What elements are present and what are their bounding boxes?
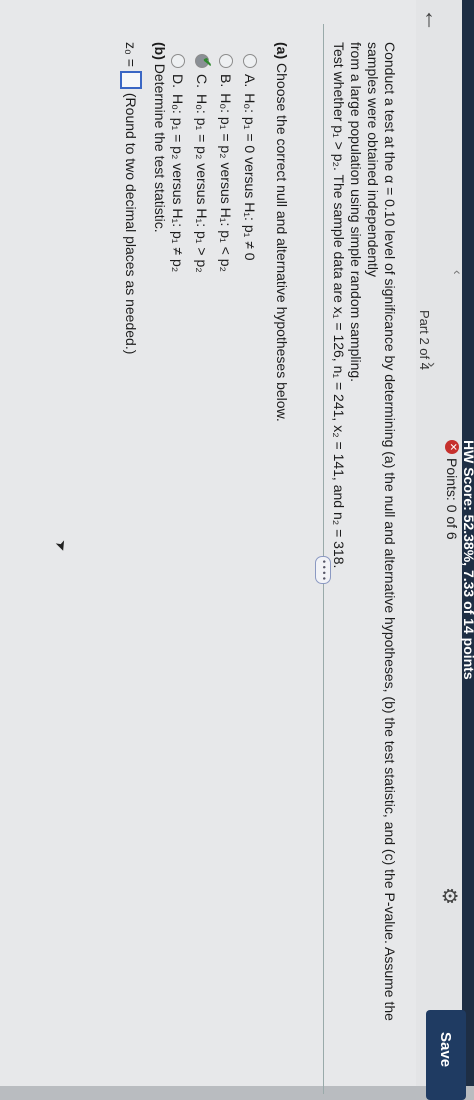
part-b-label: (b) bbox=[152, 42, 168, 60]
option-b-letter: B. bbox=[218, 74, 234, 88]
hw-score: HW Score: 52.38%, 7.33 of 14 points bbox=[461, 440, 474, 680]
option-a-text: H₀: p₁ = 0 versus H₁: p₁ ≠ 0 bbox=[242, 93, 258, 261]
answer-input[interactable] bbox=[120, 70, 142, 89]
part-b-text: Determine the test statistic. bbox=[152, 59, 168, 233]
next-part-button[interactable]: › bbox=[422, 362, 440, 367]
rounding-hint: (Round to two decimal places as needed.) bbox=[123, 92, 139, 355]
radio-option-b[interactable] bbox=[219, 54, 233, 68]
question-line-3: Test whether p₁ > p₂. The sample data ar… bbox=[331, 42, 347, 569]
part-a-prompt: (a) Choose the correct null and alternat… bbox=[274, 42, 290, 422]
radio-option-c[interactable]: ✔ bbox=[195, 54, 214, 68]
checkmark-icon: ✔ bbox=[200, 57, 214, 68]
radio-option-a[interactable] bbox=[243, 54, 257, 68]
points-text: Points: 0 of 6 bbox=[444, 458, 460, 540]
z-label: z₀ = bbox=[123, 42, 139, 67]
question-line-2: from a large population using simple ran… bbox=[348, 42, 364, 383]
radio-option-d[interactable] bbox=[171, 54, 185, 68]
x-circle-icon: ✕ bbox=[445, 440, 459, 454]
part-a-label: (a) bbox=[274, 42, 290, 60]
option-b-text: H₀: p₁ = p₂ versus H₁: p₁ < p₂ bbox=[218, 93, 234, 272]
gear-icon[interactable]: ⚙ bbox=[438, 885, 460, 907]
save-button[interactable]: Save bbox=[426, 1010, 466, 1100]
question-text: Conduct a test at the α = 0.10 level of … bbox=[330, 42, 398, 1072]
part-a-text: Choose the correct null and alternative … bbox=[274, 59, 290, 422]
stage: HW Score: 52.38%, 7.33 of 14 points ✕ Po… bbox=[0, 0, 474, 1100]
prev-part-button[interactable]: ‹ bbox=[450, 270, 466, 275]
mouse-cursor-icon: ➤ bbox=[52, 537, 72, 554]
option-c-text: H₀: p₁ = p₂ versus H₁: p₁ > p₂ bbox=[194, 94, 210, 273]
part-indicator: Part 2 of 4 bbox=[417, 310, 432, 370]
points-indicator: ✕ Points: 0 of 6 bbox=[444, 440, 460, 540]
option-d-text: H₀: p₁ = p₂ versus H₁: p₁ ≠ p₂ bbox=[170, 94, 186, 273]
option-d[interactable]: D. H₀: p₁ = p₂ versus H₁: p₁ ≠ p₂ bbox=[170, 54, 186, 272]
score-bar: HW Score: 52.38%, 7.33 of 14 points bbox=[461, 0, 474, 1086]
option-d-letter: D. bbox=[170, 74, 186, 88]
question-line-1: Conduct a test at the α = 0.10 level of … bbox=[365, 42, 398, 1021]
option-c-letter: C. bbox=[194, 74, 210, 88]
option-b[interactable]: B. H₀: p₁ = p₂ versus H₁: p₁ < p₂ bbox=[218, 54, 234, 272]
test-statistic-row: z₀ = (Round to two decimal places as nee… bbox=[120, 42, 142, 354]
back-arrow-icon[interactable]: ← bbox=[418, 8, 446, 32]
option-c[interactable]: ✔ C. H₀: p₁ = p₂ versus H₁: p₁ > p₂ bbox=[194, 54, 214, 273]
option-a[interactable]: A. H₀: p₁ = 0 versus H₁: p₁ ≠ 0 bbox=[242, 54, 258, 261]
part-b-prompt: (b) Determine the test statistic. bbox=[152, 42, 168, 233]
option-a-letter: A. bbox=[242, 74, 258, 88]
more-button[interactable]: • • • • bbox=[315, 556, 331, 584]
